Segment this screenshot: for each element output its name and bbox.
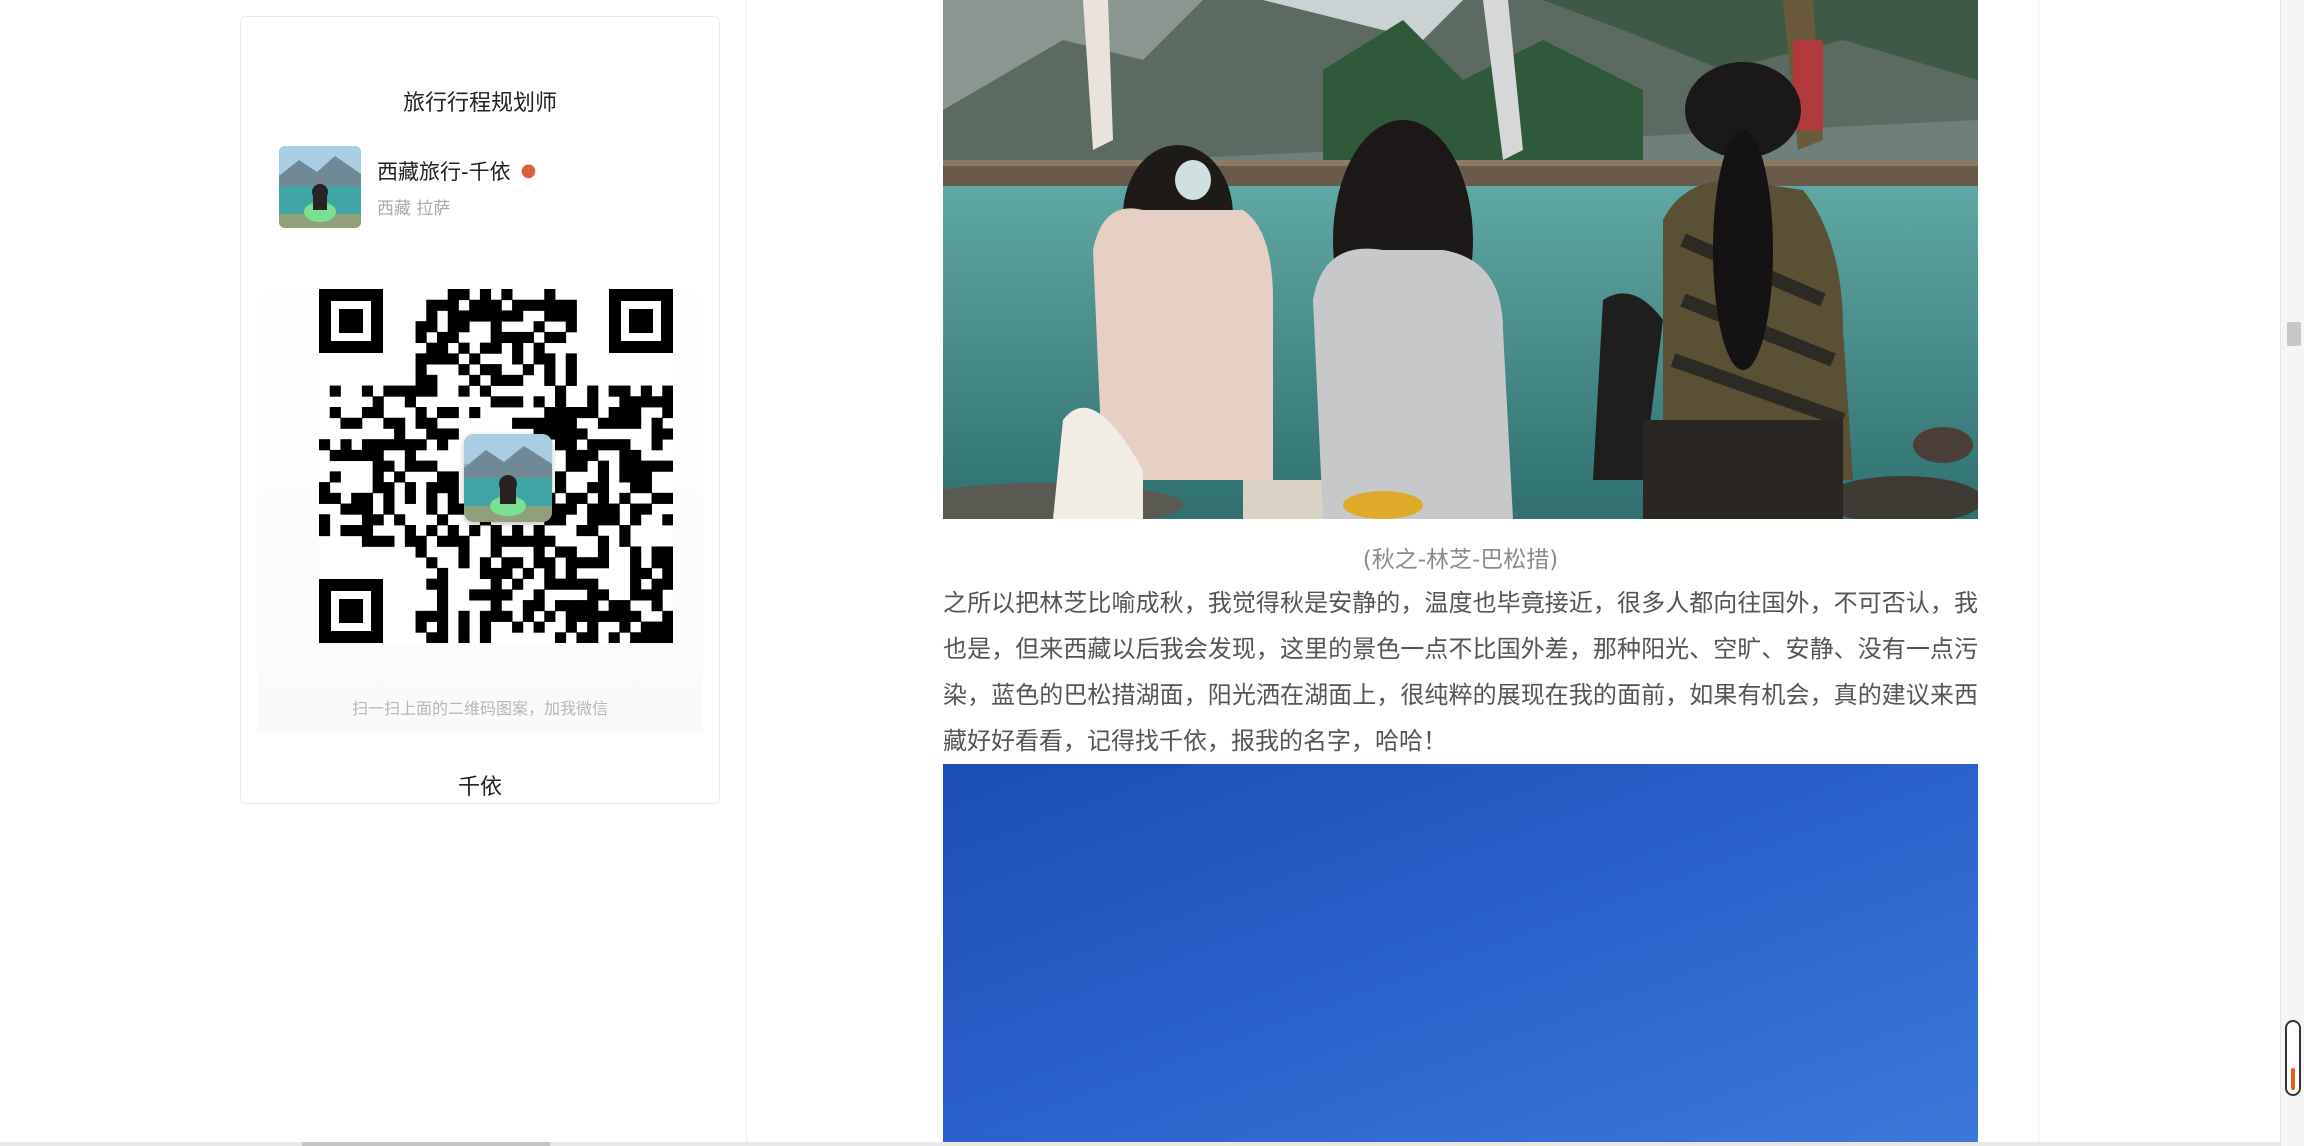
vertical-scrollbar[interactable]	[2280, 0, 2304, 1146]
planner-card: 旅行行程规划师 西藏旅行-千依 ● 西藏 拉萨 扫一扫上面的二维码图案，加我微信…	[240, 16, 720, 804]
scroll-progress-fill	[2291, 1068, 2295, 1090]
profile-location: 西藏 拉萨	[377, 198, 451, 219]
qr-panel: 扫一扫上面的二维码图案，加我微信	[257, 263, 703, 733]
column-divider-right	[2038, 0, 2039, 1146]
wechat-qr-code[interactable]	[319, 289, 673, 643]
profile-name: 西藏旅行-千依	[377, 159, 511, 184]
page: 旅行行程规划师 西藏旅行-千依 ● 西藏 拉萨 扫一扫上面的二维码图案，加我微信…	[0, 0, 2304, 1146]
scroll-progress-indicator[interactable]	[2285, 1020, 2301, 1096]
photo-caption: (秋之-林芝-巴松措)	[1362, 547, 1559, 573]
qr-center-avatar	[464, 434, 552, 522]
qr-hint: 扫一扫上面的二维码图案，加我微信	[351, 699, 608, 718]
planner-profile[interactable]: 西藏旅行-千依 ● 西藏 拉萨	[279, 145, 536, 229]
qr-owner-name: 千依	[457, 775, 502, 800]
avatar[interactable]	[279, 146, 361, 228]
horizontal-scrollbar-thumb[interactable]	[302, 1142, 550, 1146]
card-title: 旅行行程规划师	[402, 91, 557, 116]
profile-name-row: 西藏旅行-千依 ●	[377, 156, 536, 186]
sky-photo	[943, 764, 1978, 1146]
scrollbar-thumb[interactable]	[2287, 322, 2301, 346]
column-divider-left	[746, 0, 747, 1146]
article-paragraph: 之所以把林芝比喻成秋，我觉得秋是安静的，温度也毕竟接近，很多人都向往国外，不可否…	[943, 589, 1978, 755]
lake-photo	[943, 0, 1978, 519]
person-emoji-icon: ●	[520, 160, 537, 181]
